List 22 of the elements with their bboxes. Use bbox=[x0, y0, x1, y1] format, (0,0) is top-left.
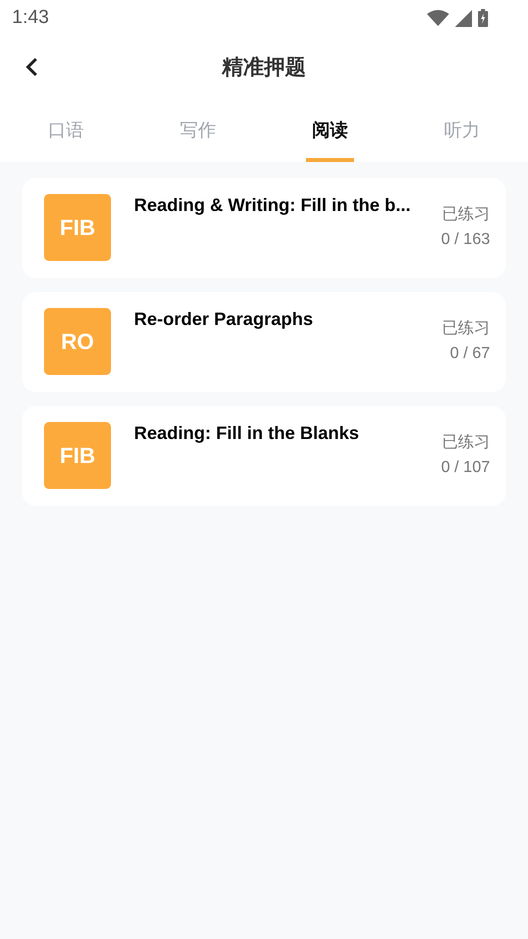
battery-icon bbox=[478, 9, 488, 27]
page-title: 精准押题 bbox=[222, 55, 306, 81]
exercise-title: Reading: Fill in the Blanks bbox=[134, 423, 360, 444]
exercise-card[interactable]: RO Re-order Paragraphs 已练习 0 / 67 bbox=[22, 292, 506, 392]
progress-count: 0 / 163 bbox=[441, 231, 490, 249]
practice-status: 已练习 bbox=[442, 205, 490, 225]
signal-icon bbox=[455, 10, 472, 26]
back-icon[interactable] bbox=[25, 56, 39, 78]
practice-status: 已练习 bbox=[442, 319, 490, 339]
exercise-title: Re-order Paragraphs bbox=[134, 309, 314, 330]
exercise-card[interactable]: FIB Reading & Writing: Fill in the b... 已练习 0 / 163 bbox=[22, 178, 506, 278]
progress-count: 0 / 67 bbox=[450, 345, 490, 363]
type-badge: RO bbox=[44, 308, 111, 375]
wifi-icon bbox=[427, 10, 449, 26]
exercise-title: Reading & Writing: Fill in the b... bbox=[134, 195, 412, 216]
practice-status: 已练习 bbox=[442, 433, 490, 453]
status-time: 1:43 bbox=[12, 7, 49, 29]
tab[interactable]: 阅读 bbox=[264, 98, 396, 162]
type-badge: FIB bbox=[44, 422, 111, 489]
type-badge: FIB bbox=[44, 194, 111, 261]
progress-count: 0 / 107 bbox=[441, 459, 490, 477]
exercise-card[interactable]: FIB Reading: Fill in the Blanks 已练习 0 / 107 bbox=[22, 406, 506, 506]
